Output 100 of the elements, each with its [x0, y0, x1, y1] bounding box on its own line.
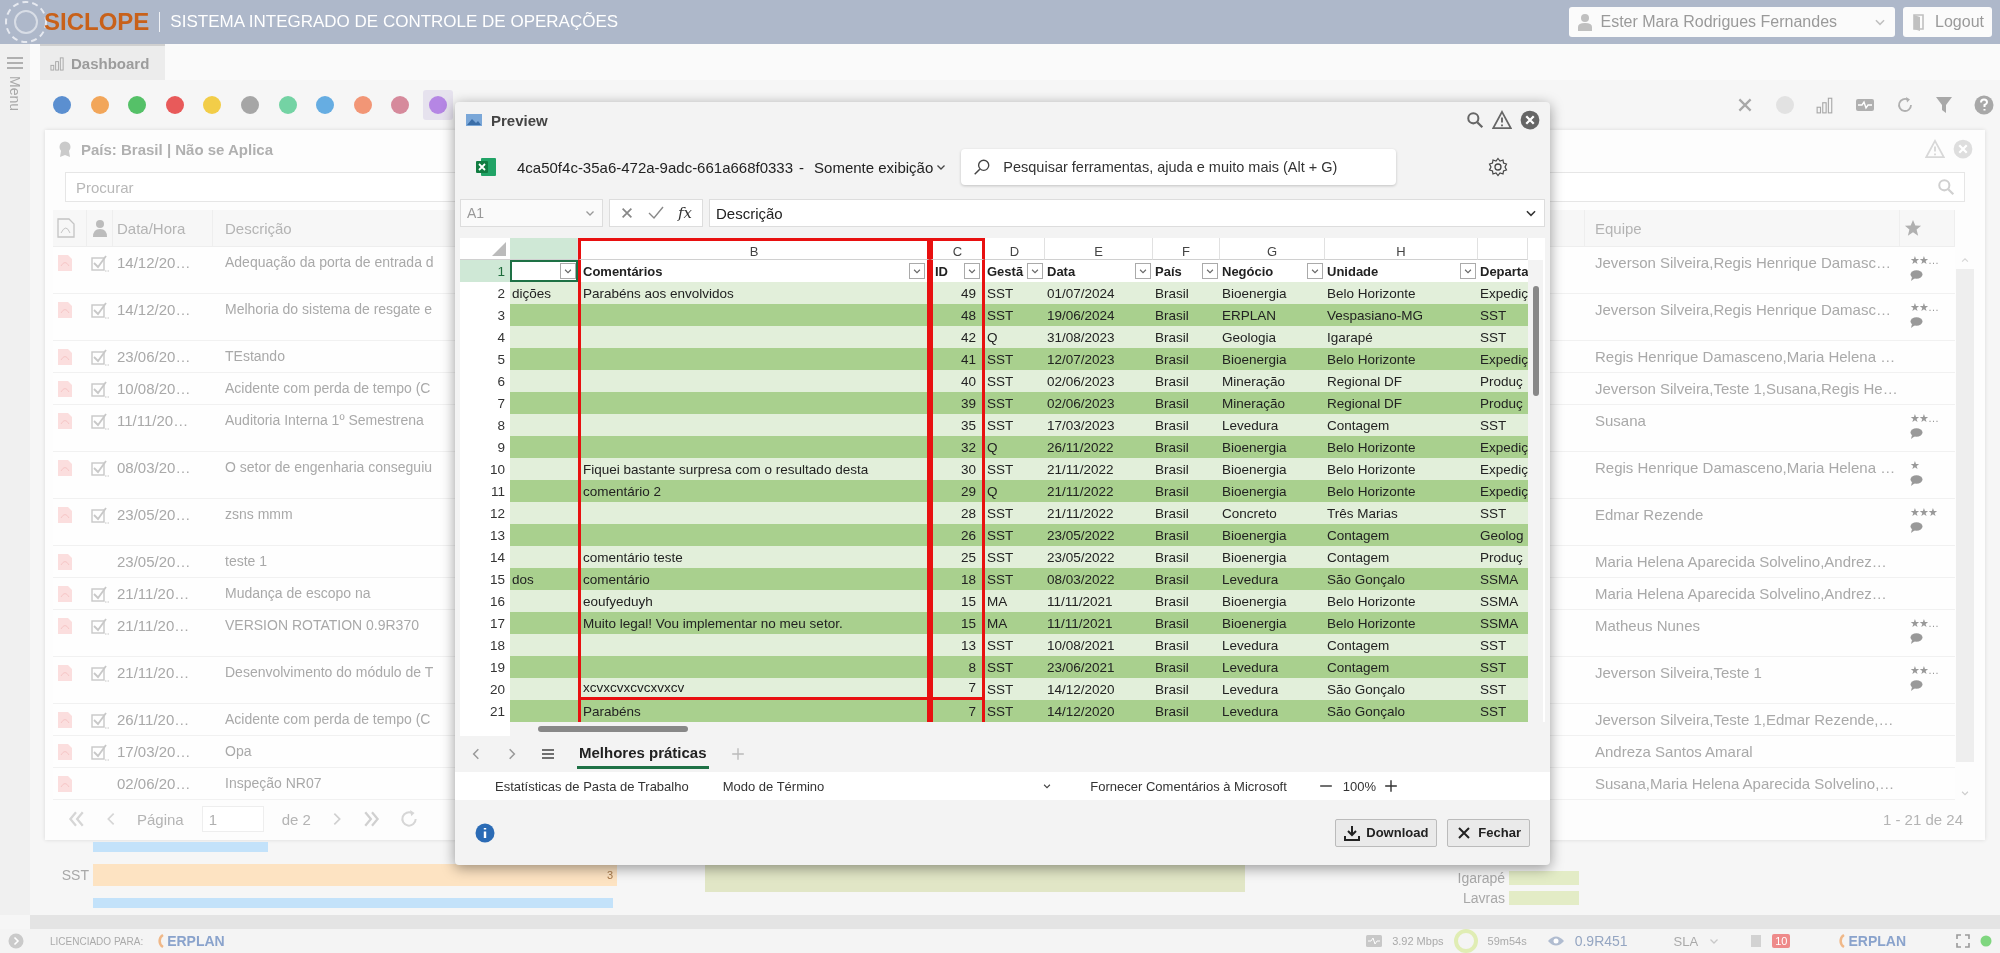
refresh-icon[interactable] [398, 809, 419, 829]
table-cell: Muito legal! Vou implementar no meu setor. [578, 612, 930, 634]
filter-button[interactable] [909, 263, 925, 279]
function-button[interactable]: fx [678, 204, 692, 222]
comment-icon[interactable] [1910, 270, 1923, 281]
last-page-icon[interactable] [362, 810, 381, 828]
mode-dropdown[interactable]: Somente exibição [810, 158, 952, 176]
comment-icon[interactable] [1910, 475, 1923, 486]
arrow-circle-icon[interactable] [8, 933, 24, 949]
vertical-scrollbar[interactable] [1528, 260, 1543, 722]
table-cell: Belo Horizonte [1325, 348, 1478, 370]
filter-button[interactable] [1202, 263, 1218, 279]
confirm-icon[interactable] [648, 206, 664, 220]
add-sheet-icon[interactable] [730, 747, 745, 761]
fullscreen-icon[interactable] [1956, 934, 1970, 948]
pdf-icon[interactable] [57, 459, 73, 477]
scroll-down-icon[interactable] [1960, 788, 1970, 798]
comment-icon[interactable] [1910, 680, 1923, 691]
search-icon[interactable] [1466, 111, 1484, 129]
refresh-icon[interactable] [1896, 96, 1914, 114]
document-icon[interactable] [1750, 934, 1763, 948]
star-icon[interactable] [1904, 219, 1922, 237]
corner-icon[interactable] [492, 242, 506, 256]
checkbox-icon[interactable] [91, 380, 111, 398]
filter-button[interactable] [1027, 263, 1043, 279]
table-cell: SST [985, 502, 1045, 524]
cancel-icon[interactable] [620, 206, 634, 220]
filter-button[interactable] [1307, 263, 1323, 279]
checkbox-icon[interactable] [91, 711, 111, 729]
pdf-icon[interactable] [57, 506, 73, 524]
column-header[interactable]: D [985, 238, 1045, 260]
page-scrollbar[interactable] [30, 915, 2000, 929]
pdf-icon[interactable] [57, 254, 73, 272]
comment-icon[interactable] [1910, 522, 1923, 533]
table-cell: 40 [930, 370, 985, 392]
pdf-icon[interactable] [57, 775, 73, 793]
checkbox-icon[interactable] [91, 301, 111, 319]
filter-icon[interactable] [1935, 96, 1953, 114]
column-header[interactable]: G [1220, 238, 1325, 260]
pdf-icon[interactable] [57, 664, 73, 682]
color-filter[interactable] [422, 90, 453, 120]
checkbox-icon[interactable] [91, 254, 111, 272]
zoom-in-icon[interactable] [1384, 779, 1399, 793]
column-header[interactable]: B [578, 238, 930, 260]
search-field[interactable]: Pesquisar ferramentas, ajuda e muito mais (Alt + G) [961, 149, 1397, 185]
filter-button[interactable] [560, 263, 576, 279]
pdf-icon[interactable] [57, 412, 73, 430]
checkbox-icon[interactable] [91, 617, 111, 635]
warning-icon[interactable] [1492, 110, 1512, 130]
column-header[interactable]: C [930, 238, 985, 260]
checkbox-icon[interactable] [91, 459, 111, 477]
filter-button[interactable] [964, 263, 980, 279]
pdf-icon[interactable] [57, 585, 73, 603]
settings-icon[interactable] [1488, 157, 1508, 177]
pdf-icon[interactable] [57, 301, 73, 319]
checkbox-icon[interactable] [91, 664, 111, 682]
table-cell: Levedura [1220, 634, 1325, 656]
checkbox-icon[interactable] [91, 348, 111, 366]
active-cell[interactable] [510, 260, 578, 282]
comment-icon[interactable] [1910, 633, 1923, 644]
filter-button[interactable] [1460, 263, 1476, 279]
pdf-icon[interactable] [57, 743, 73, 761]
download-button[interactable]: Download [1335, 818, 1438, 847]
workbook-stats-button[interactable]: Estatísticas de Pasta de Trabalho [495, 778, 689, 794]
first-page-icon[interactable] [67, 810, 85, 828]
bar-chart-icon[interactable] [1816, 96, 1834, 114]
formula-field[interactable]: Descrição [709, 199, 1545, 227]
pdf-icon[interactable] [57, 380, 73, 398]
comment-icon[interactable] [1910, 428, 1923, 439]
feedback-link[interactable]: Fornecer Comentários à Microsoft [1090, 778, 1287, 794]
filter-button[interactable] [1135, 263, 1151, 279]
help-icon[interactable] [1974, 95, 1994, 115]
table-cell: Contagem [1325, 634, 1478, 656]
column-header[interactable]: H [1325, 238, 1478, 260]
column-header[interactable]: E [1045, 238, 1153, 260]
checkbox-icon[interactable] [91, 506, 111, 524]
info-icon[interactable] [475, 822, 495, 843]
checkbox-icon[interactable] [91, 585, 111, 603]
close-button[interactable]: Fechar [1447, 818, 1530, 847]
column-header[interactable]: F [1153, 238, 1220, 260]
sheet-tab[interactable]: Melhores práticas [577, 739, 709, 769]
pdf-icon[interactable] [57, 617, 73, 635]
sheet-list-icon[interactable] [541, 747, 555, 761]
caret-icon [1463, 266, 1473, 276]
pulse-icon[interactable] [1855, 96, 1875, 114]
checkbox-icon[interactable] [91, 412, 111, 430]
table-cell: 21/11/2022 [1045, 458, 1153, 480]
table-cell: Brasil [1153, 282, 1220, 304]
comment-icon[interactable] [1910, 317, 1923, 328]
pdf-icon[interactable] [57, 553, 73, 571]
table-cell: 25 [930, 546, 985, 568]
pdf-icon[interactable] [57, 711, 73, 729]
checkbox-icon[interactable] [91, 743, 111, 761]
table-cell: SST [1478, 304, 1528, 326]
caret-icon[interactable] [1042, 781, 1053, 791]
menu-icon[interactable] [7, 56, 23, 70]
pdf-icon[interactable] [57, 348, 73, 366]
description-cell-text: Adequação da porta de entrada d [224, 253, 434, 270]
close-icon[interactable] [1520, 110, 1540, 130]
scroll-up-icon[interactable] [1960, 255, 1970, 265]
